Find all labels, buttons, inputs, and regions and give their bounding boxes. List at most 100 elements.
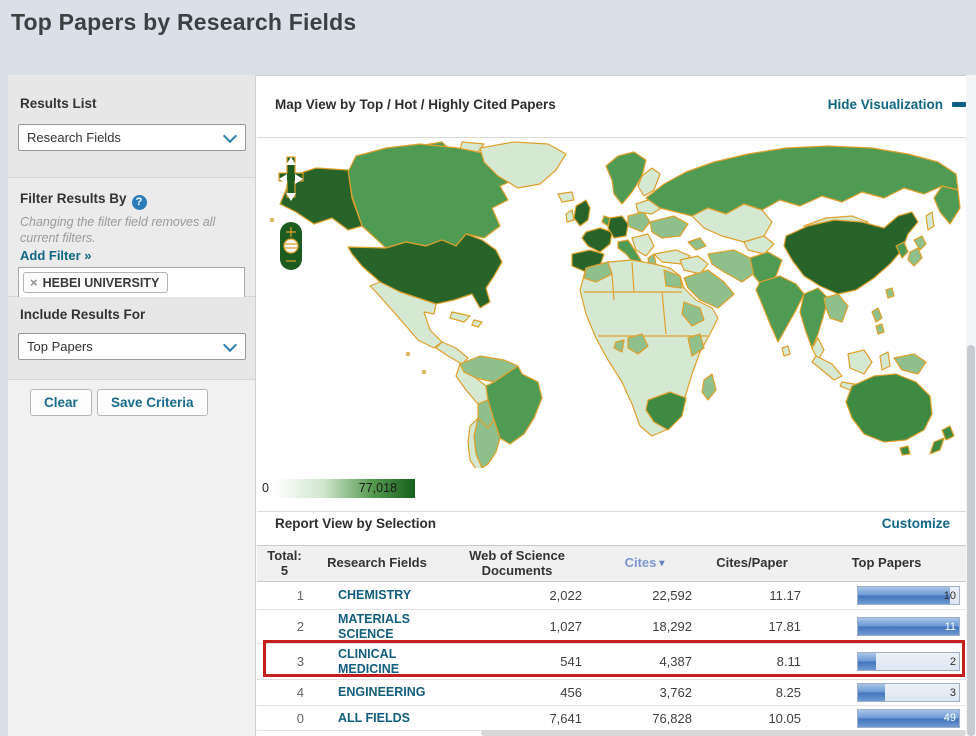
question-mark-icon[interactable]: ? <box>131 195 147 210</box>
rank-cell: 1 <box>296 588 304 603</box>
top-papers-cell: 2 <box>807 652 966 671</box>
world-map-choropleth[interactable] <box>258 140 966 468</box>
bar-value-label: 3 <box>949 686 956 699</box>
hide-visualization-link[interactable]: Hide Visualization <box>780 97 966 112</box>
hide-visualization-label[interactable]: Hide Visualization <box>828 97 943 112</box>
field-link[interactable]: ALL FIELDS <box>312 711 442 726</box>
cites-cell: 76,828 <box>652 710 692 726</box>
top-papers-bar: 49 <box>857 708 960 728</box>
total-value: 5 <box>280 562 289 578</box>
col-header-cites-sort[interactable]: Cites ▾ <box>592 546 697 581</box>
filter-tag-hebei-university[interactable]: × HEBEI UNIVERSITY <box>23 272 169 293</box>
cpp-cell: 8.25 <box>775 685 801 700</box>
rank-cell: 4 <box>296 685 304 700</box>
cpp-cell: 8.11 <box>776 654 801 669</box>
filter-heading-label: Filter Results By <box>20 191 127 206</box>
wos-cell: 541 <box>560 654 582 669</box>
wos-cell: 456 <box>560 685 582 700</box>
chevron-down-icon <box>222 128 238 143</box>
save-criteria-button[interactable]: Save Criteria <box>97 389 208 416</box>
clear-button[interactable]: Clear <box>30 389 92 416</box>
country-france <box>581 227 613 253</box>
scale-min-label: 0 <box>262 481 269 495</box>
bar-value-label: 10 <box>943 589 956 602</box>
page-title: Top Papers by Research Fields <box>11 9 357 35</box>
rank-cell: 0 <box>296 710 304 726</box>
top-papers-bar: 11 <box>857 617 960 636</box>
color-scale-bar: 77,018 <box>275 479 415 498</box>
filter-tag-label: HEBEI UNIVERSITY <box>42 275 160 290</box>
field-link[interactable]: ENGINEERING <box>312 685 442 700</box>
cites-cell: 4,387 <box>659 654 692 669</box>
include-results-dropdown-value: Top Papers <box>27 339 93 354</box>
table-row-materials-science[interactable]: 2 MATERIALS SCIENCE 1,027 18,292 17.81 1… <box>257 610 966 644</box>
filter-heading: Filter Results By? <box>20 191 147 210</box>
rank-cell: 2 <box>296 619 304 634</box>
field-link[interactable]: MATERIALS SCIENCE <box>312 612 442 642</box>
top-papers-cell: 49 <box>807 708 966 728</box>
table-row-all-fields[interactable]: 0 ALL FIELDS 7,641 76,828 10.05 49 <box>257 706 966 731</box>
results-list-heading: Results List <box>20 96 97 111</box>
cpp-cell: 11.17 <box>769 588 801 603</box>
remove-tag-icon[interactable]: × <box>30 275 38 290</box>
europe[interactable] <box>565 151 691 273</box>
cpp-cell: 10.05 <box>768 710 801 726</box>
table-header-row: Total: 5 Research Fields Web of Science D… <box>257 545 966 582</box>
top-papers-bar: 3 <box>857 683 960 702</box>
top-papers-cell: 11 <box>807 617 966 636</box>
sidebar: Results List Research Fields Filter Resu… <box>8 75 256 736</box>
sidebar-actions-section: Clear Save Criteria <box>8 380 255 736</box>
filter-section: Filter Results By? Changing the filter f… <box>8 178 255 298</box>
north-america[interactable] <box>279 141 575 365</box>
scale-max-label: 77,018 <box>358 481 397 495</box>
cpp-cell: 17.81 <box>768 619 801 634</box>
divider <box>257 137 966 138</box>
include-results-dropdown[interactable]: Top Papers <box>18 333 246 360</box>
vertical-scrollbar-thumb[interactable] <box>967 345 975 736</box>
cites-cell: 18,292 <box>652 619 692 634</box>
divider <box>257 511 966 512</box>
rank-cell: 3 <box>296 654 304 669</box>
table-row-engineering[interactable]: 4 ENGINEERING 456 3,762 8.25 3 <box>257 680 966 706</box>
filter-note: Changing the filter field removes all cu… <box>20 215 216 245</box>
results-list-section: Results List Research Fields <box>8 75 255 178</box>
add-filter-link[interactable]: Add Filter » <box>20 248 92 263</box>
cites-cell: 3,762 <box>659 685 692 700</box>
filter-tags-box: × HEBEI UNIVERSITY <box>18 267 245 298</box>
field-link[interactable]: CHEMISTRY <box>312 588 442 603</box>
field-link[interactable]: CLINICAL MEDICINE <box>312 647 442 677</box>
col-header-total: Total: 5 <box>257 546 312 581</box>
south-america[interactable] <box>455 355 543 468</box>
table-row-clinical-medicine[interactable]: 3 CLINICAL MEDICINE 541 4,387 8.11 2 <box>257 644 966 680</box>
table-row-chemistry[interactable]: 1 CHEMISTRY 2,022 22,592 11.17 10 <box>257 582 966 610</box>
col-header-research-fields: Research Fields <box>327 555 427 571</box>
total-label: Total: <box>267 547 302 563</box>
col-header-wos-documents: Web of Science Documents <box>469 547 565 578</box>
map-view-title: Map View by Top / Hot / Highly Cited Pap… <box>275 97 556 112</box>
cites-header-label[interactable]: Cites <box>625 555 657 571</box>
report-view-title: Report View by Selection <box>275 516 437 531</box>
country-indonesia <box>847 349 873 375</box>
top-papers-bar: 2 <box>857 652 960 671</box>
include-results-heading: Include Results For <box>20 307 146 322</box>
country-russia <box>645 145 959 217</box>
globe-icon <box>283 238 299 254</box>
col-header-top-papers: Top Papers <box>851 555 922 571</box>
wos-cell: 1,027 <box>549 619 582 634</box>
country-uk <box>573 199 591 227</box>
top-papers-bar: 10 <box>857 586 960 605</box>
bar-value-label: 2 <box>949 655 956 668</box>
include-results-section: Include Results For Top Papers <box>8 297 255 380</box>
esi-app: Top Papers by Research Fields Results Li… <box>0 0 976 736</box>
wos-cell: 2,022 <box>549 588 582 603</box>
country-china <box>783 211 919 295</box>
sort-descending-icon: ▾ <box>659 557 665 569</box>
horizontal-scrollbar-thumb[interactable] <box>481 730 966 736</box>
bar-value-label: 11 <box>944 620 956 633</box>
results-list-dropdown-value: Research Fields <box>27 130 121 145</box>
cites-cell: 22,592 <box>652 588 692 603</box>
map-zoom-control[interactable] <box>280 222 302 270</box>
customize-link[interactable]: Customize <box>882 516 950 531</box>
results-list-dropdown[interactable]: Research Fields <box>18 124 246 151</box>
wos-cell: 7,641 <box>549 710 582 726</box>
